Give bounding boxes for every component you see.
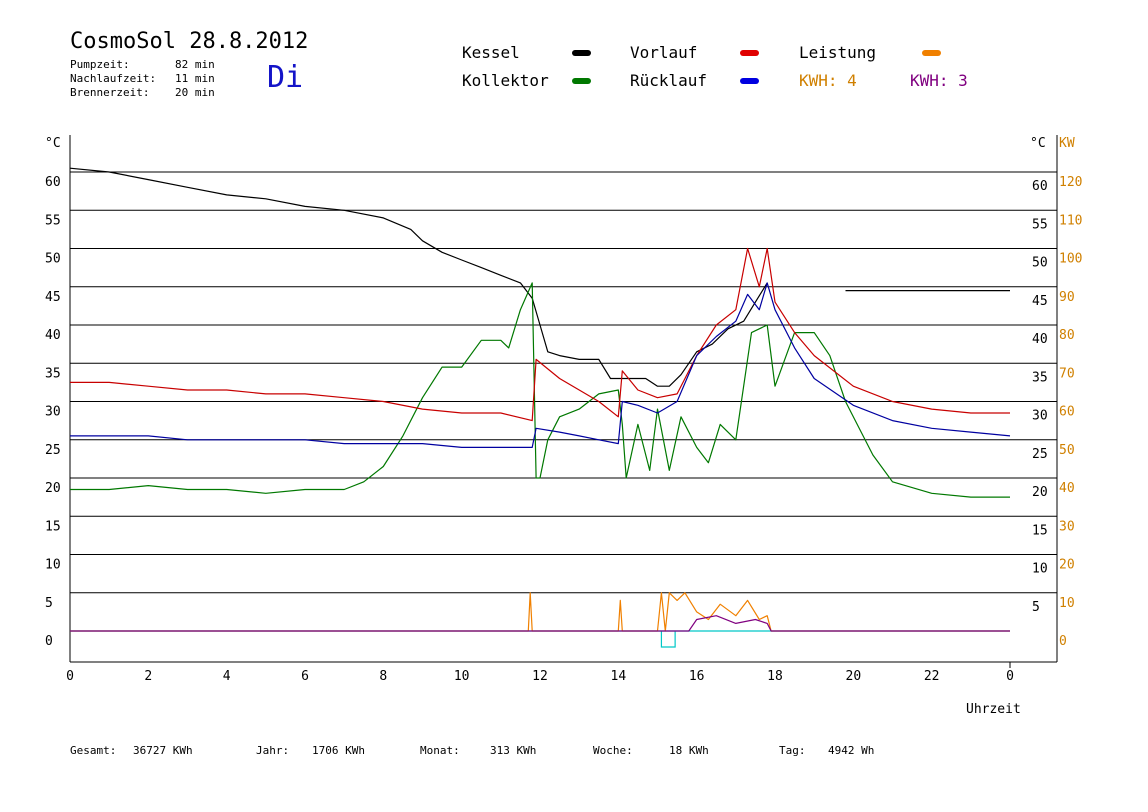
y-tick-left: 20: [45, 481, 61, 496]
x-tick-label: 0: [1006, 669, 1014, 684]
y-tick-left: 50: [45, 252, 61, 267]
x-tick-label: 14: [611, 669, 627, 684]
y-tick-kw: 120: [1059, 175, 1082, 190]
series-line-leistung: [70, 592, 1010, 632]
series-line-kessel: [69, 167, 768, 387]
y-tick-left: 10: [45, 558, 61, 573]
y-tick-right: 15: [1032, 523, 1048, 538]
y-tick-kw: 110: [1059, 213, 1082, 228]
series-line-ruecklauf: [70, 282, 1011, 448]
y-tick-right: 40: [1032, 332, 1048, 347]
y-axis-unit-right: °C: [1030, 136, 1046, 151]
y-axis-unit-left: °C: [45, 136, 61, 151]
y-tick-left: 55: [45, 213, 61, 228]
y-tick-left: 35: [45, 366, 61, 381]
y-tick-kw: 60: [1059, 405, 1075, 420]
y-tick-right: 10: [1032, 562, 1048, 577]
footer-gesamt-value: 36727 KWh: [133, 744, 193, 757]
y-tick-left: 15: [45, 519, 61, 534]
x-tick-label: 6: [301, 669, 309, 684]
y-tick-left: 5: [45, 596, 53, 611]
y-tick-left: 0: [45, 634, 53, 649]
footer-monat-value: 313 KWh: [490, 744, 537, 757]
x-tick-label: 20: [846, 669, 862, 684]
y-axis-unit-kw: KW: [1059, 136, 1075, 151]
x-axis-label: Uhrzeit: [966, 702, 1021, 717]
y-tick-right: 60: [1032, 179, 1048, 194]
x-tick-label: 10: [454, 669, 470, 684]
footer-gesamt-label: Gesamt:: [70, 744, 117, 757]
y-tick-kw: 20: [1059, 558, 1075, 573]
x-tick-label: 16: [689, 669, 705, 684]
y-tick-left: 25: [45, 443, 61, 458]
y-tick-right: 30: [1032, 409, 1048, 424]
y-tick-left: 45: [45, 290, 61, 305]
y-tick-right: 50: [1032, 256, 1048, 271]
y-tick-kw: 90: [1059, 290, 1075, 305]
y-tick-left: 40: [45, 328, 61, 343]
y-tick-kw: 70: [1059, 366, 1075, 381]
y-tick-kw: 0: [1059, 634, 1067, 649]
x-tick-label: 2: [144, 669, 152, 684]
x-tick-label: 0: [66, 669, 74, 684]
footer-tag-label: Tag:: [779, 744, 806, 757]
series-line-kwh_purple: [70, 615, 1010, 632]
y-tick-right: 35: [1032, 370, 1048, 385]
series-line-vorlauf: [70, 247, 1010, 422]
footer-woche-value: 18 KWh: [669, 744, 709, 757]
y-tick-kw: 30: [1059, 519, 1075, 534]
y-tick-right: 25: [1032, 447, 1048, 462]
footer-woche-label: Woche:: [593, 744, 633, 757]
x-tick-label: 18: [767, 669, 783, 684]
y-tick-right: 20: [1032, 485, 1048, 500]
footer-monat-label: Monat:: [420, 744, 460, 757]
footer-jahr-value: 1706 KWh: [312, 744, 365, 757]
footer-tag-value: 4942 Wh: [828, 744, 875, 757]
y-tick-kw: 40: [1059, 481, 1075, 496]
y-tick-right: 55: [1032, 217, 1048, 232]
x-tick-label: 12: [532, 669, 548, 684]
y-tick-kw: 10: [1059, 596, 1075, 611]
y-tick-right: 45: [1032, 294, 1048, 309]
temperature-chart: °C °C KW0510152025303540455055605101520253…: [45, 135, 1082, 684]
zero-line-step: [660, 631, 676, 648]
y-tick-kw: 80: [1059, 328, 1075, 343]
x-tick-label: 8: [379, 669, 387, 684]
y-tick-kw: 100: [1059, 252, 1082, 267]
y-tick-left: 30: [45, 405, 61, 420]
y-tick-right: 5: [1032, 600, 1040, 615]
x-tick-label: 22: [924, 669, 940, 684]
y-tick-left: 60: [45, 175, 61, 190]
x-tick-label: 4: [223, 669, 231, 684]
y-tick-kw: 50: [1059, 443, 1075, 458]
footer-jahr-label: Jahr:: [256, 744, 290, 757]
